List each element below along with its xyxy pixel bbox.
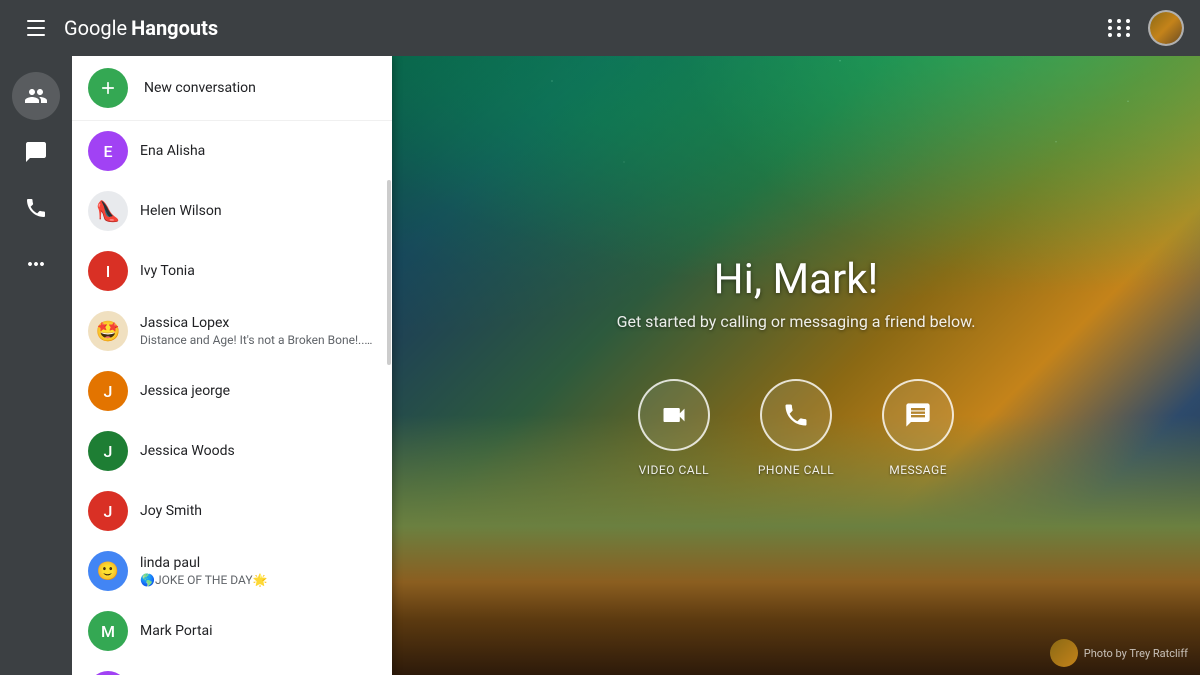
sidebar-item-more[interactable] xyxy=(12,240,60,288)
contact-name: linda paul xyxy=(140,555,376,571)
phone-icon xyxy=(24,196,48,220)
list-item[interactable]: 🤩 Jassica Lopex Distance and Age! It's n… xyxy=(72,301,392,361)
hamburger-line-3 xyxy=(27,34,45,36)
photo-credit-text: Photo by Trey Ratcliff xyxy=(1084,647,1188,660)
more-icon xyxy=(24,252,48,276)
avatar: I xyxy=(88,251,128,291)
contact-info: linda paul 🌎JOKE OF THE DAY🌟 xyxy=(140,555,376,587)
welcome-title: Hi, Mark! xyxy=(714,255,879,304)
phone-call-circle xyxy=(760,379,832,451)
avatar: 🤩 xyxy=(88,311,128,351)
photo-credit: Photo by Trey Ratcliff xyxy=(1050,639,1188,667)
grid-dot xyxy=(1108,26,1112,30)
grid-dot xyxy=(1126,26,1130,30)
contact-name: Jessica jeorge xyxy=(140,383,376,399)
contact-info: Joy Smith xyxy=(140,503,376,519)
list-item[interactable]: M Mary Harderson xyxy=(72,661,392,675)
sidebar xyxy=(0,56,72,675)
contact-info: Helen Wilson xyxy=(140,203,376,219)
grid-dot xyxy=(1117,26,1121,30)
video-call-label: VIDEO CALL xyxy=(639,463,709,477)
chat-icon xyxy=(24,140,48,164)
new-conversation-label: New conversation xyxy=(144,80,256,96)
contact-name: Joy Smith xyxy=(140,503,376,519)
grid-dots-icon xyxy=(1108,19,1132,37)
avatar: E xyxy=(88,131,128,171)
sidebar-item-chat[interactable] xyxy=(12,128,60,176)
list-item[interactable]: M Mark Portai xyxy=(72,601,392,661)
avatar: 👠 xyxy=(88,191,128,231)
contact-name: Helen Wilson xyxy=(140,203,376,219)
welcome-section: Hi, Mark! Get started by calling or mess… xyxy=(617,255,976,331)
avatar: M xyxy=(88,671,128,675)
contact-status: Distance and Age! It's not a Broken Bone… xyxy=(140,333,376,347)
main-content: Hi, Mark! Get started by calling or mess… xyxy=(392,56,1200,675)
video-camera-icon xyxy=(660,401,688,429)
phone-call-button[interactable]: PHONE CALL xyxy=(758,379,834,477)
avatar: J xyxy=(88,371,128,411)
list-item[interactable]: E Ena Alisha xyxy=(72,121,392,181)
message-button[interactable]: MESSAGE xyxy=(882,379,954,477)
contact-name: Jassica Lopex xyxy=(140,315,376,331)
avatar: M xyxy=(88,611,128,651)
scroll-track xyxy=(386,56,392,675)
avatar xyxy=(1150,12,1182,44)
scroll-thumb[interactable] xyxy=(387,180,391,366)
video-call-button[interactable]: VIDEO CALL xyxy=(638,379,710,477)
contact-name: Jessica Woods xyxy=(140,443,376,459)
contact-info: Ena Alisha xyxy=(140,143,376,159)
phone-call-icon xyxy=(782,401,810,429)
contact-info: Jassica Lopex Distance and Age! It's not… xyxy=(140,315,376,347)
sidebar-item-phone[interactable] xyxy=(12,184,60,232)
list-item[interactable]: J Jessica jeorge xyxy=(72,361,392,421)
photo-credit-thumb xyxy=(1050,639,1078,667)
top-bar-right xyxy=(1100,8,1184,48)
contacts-panel: New conversation E Ena Alisha 👠 Helen Wi… xyxy=(72,56,392,675)
phone-call-label: PHONE CALL xyxy=(758,463,834,477)
contact-name: Ena Alisha xyxy=(140,143,376,159)
list-item[interactable]: J Joy Smith xyxy=(72,481,392,541)
message-icon xyxy=(904,401,932,429)
grid-dot xyxy=(1117,33,1121,37)
welcome-subtitle: Get started by calling or messaging a fr… xyxy=(617,312,976,331)
contacts-icon xyxy=(24,84,48,108)
avatar: J xyxy=(88,491,128,531)
grid-dot xyxy=(1108,19,1112,23)
top-bar: Google Hangouts xyxy=(0,0,1200,56)
hamburger-line-2 xyxy=(27,27,45,29)
new-conversation-item[interactable]: New conversation xyxy=(72,56,392,121)
contact-status: 🌎JOKE OF THE DAY🌟 xyxy=(140,573,376,587)
app-shell: Google Hangouts xyxy=(0,0,1200,675)
message-label: MESSAGE xyxy=(889,463,947,477)
message-circle xyxy=(882,379,954,451)
contact-info: Jessica jeorge xyxy=(140,383,376,399)
grid-dot xyxy=(1126,33,1130,37)
list-item[interactable]: J Jessica Woods xyxy=(72,421,392,481)
list-item[interactable]: I Ivy Tonia xyxy=(72,241,392,301)
avatar: J xyxy=(88,431,128,471)
hamburger-menu-button[interactable] xyxy=(16,8,56,48)
grid-dot xyxy=(1117,19,1121,23)
video-call-circle xyxy=(638,379,710,451)
list-item[interactable]: 👠 Helen Wilson xyxy=(72,181,392,241)
contact-info: Ivy Tonia xyxy=(140,263,376,279)
plus-icon xyxy=(98,78,118,98)
contact-name: Mark Portai xyxy=(140,623,376,639)
action-buttons: VIDEO CALL PHONE CALL MESSAGE xyxy=(638,379,954,477)
grid-dot xyxy=(1126,19,1130,23)
user-avatar-button[interactable] xyxy=(1148,10,1184,46)
app-logo: Google Hangouts xyxy=(64,16,218,40)
sidebar-item-contacts[interactable] xyxy=(12,72,60,120)
avatar: 🙂 xyxy=(88,551,128,591)
logo-google-text: Google xyxy=(64,16,127,40)
logo-hangouts-text: Hangouts xyxy=(131,16,218,40)
new-conversation-icon xyxy=(88,68,128,108)
hamburger-line-1 xyxy=(27,20,45,22)
contact-info: Mark Portai xyxy=(140,623,376,639)
contact-name: Ivy Tonia xyxy=(140,263,376,279)
contact-info: Jessica Woods xyxy=(140,443,376,459)
list-item[interactable]: 🙂 linda paul 🌎JOKE OF THE DAY🌟 xyxy=(72,541,392,601)
apps-grid-button[interactable] xyxy=(1100,8,1140,48)
grid-dot xyxy=(1108,33,1112,37)
